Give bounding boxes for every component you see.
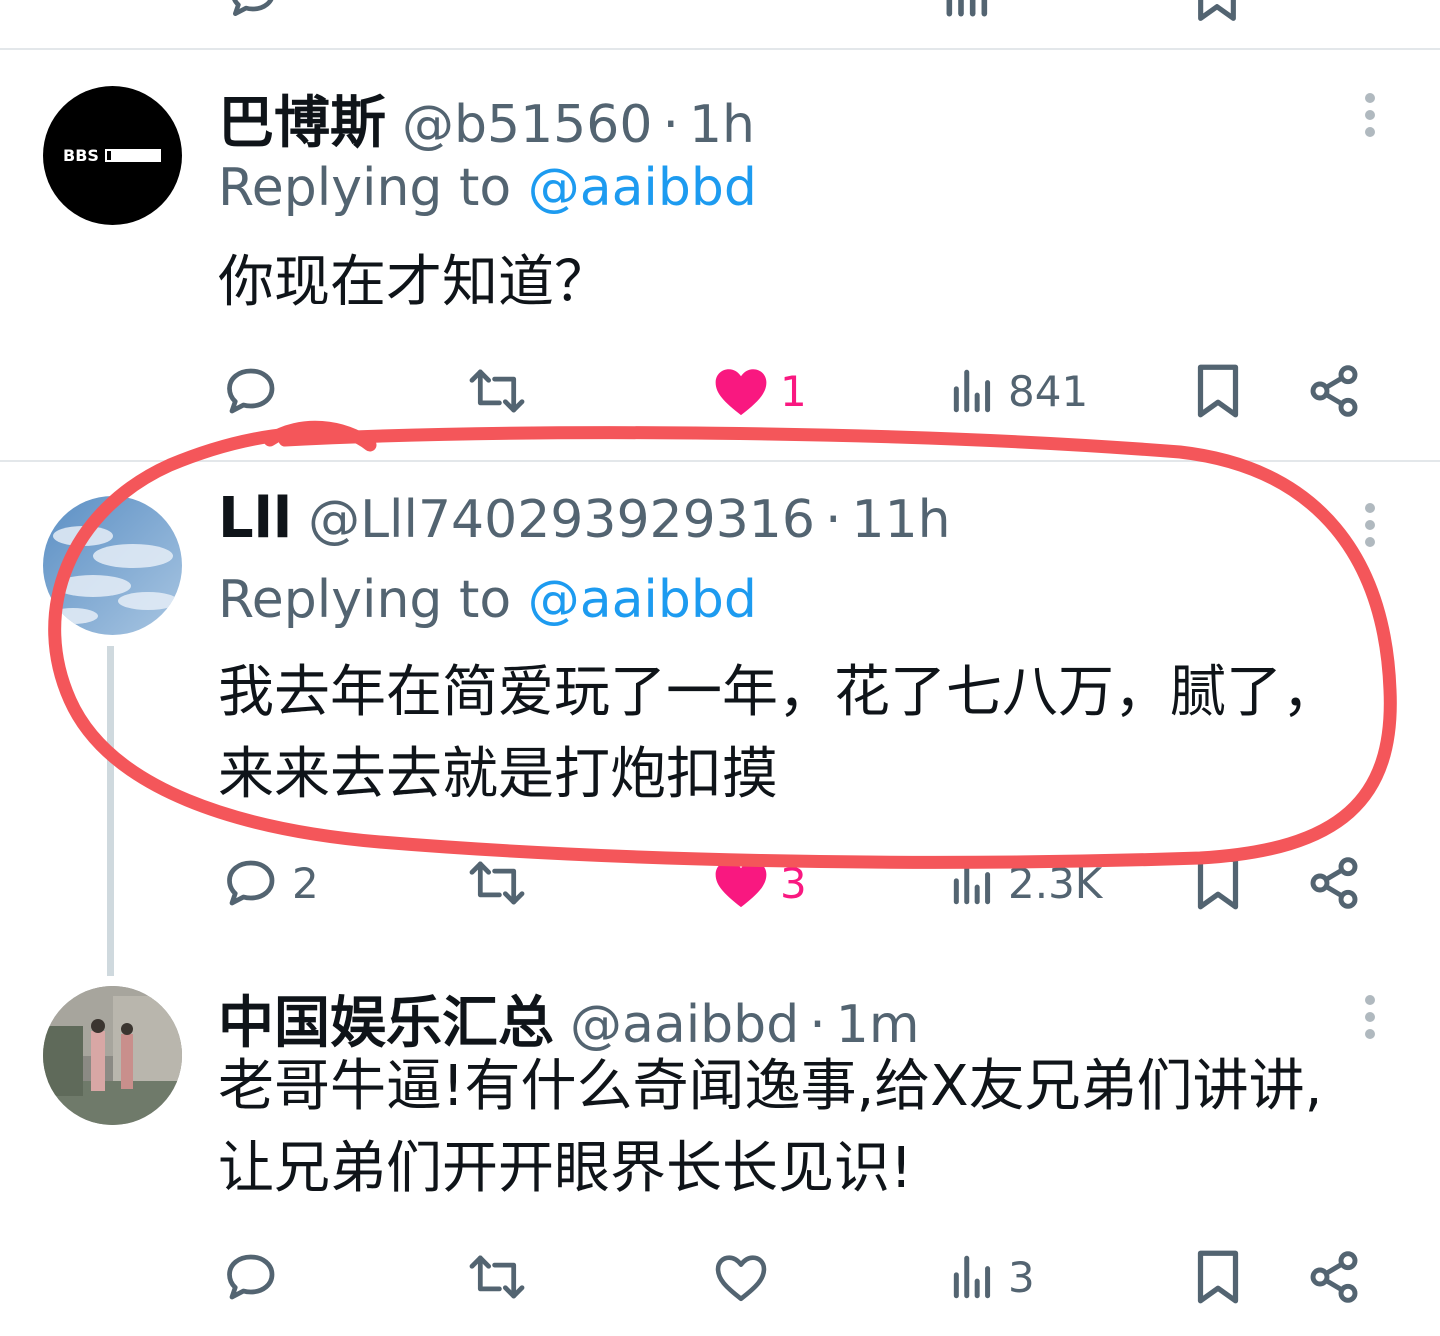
tweet-header: 中国娱乐汇总 @aaibbd · 1m xyxy=(218,978,919,1056)
display-name[interactable]: 巴博斯 xyxy=(218,78,386,159)
replying-label: Replying to xyxy=(218,570,512,630)
bookmark-button[interactable] xyxy=(1193,356,1243,426)
reply-button[interactable] xyxy=(222,1242,282,1312)
view-count: 841 xyxy=(1008,366,1089,416)
share-icon xyxy=(1310,365,1358,417)
replying-mention[interactable]: @aaibbd xyxy=(528,158,757,218)
retweet-icon xyxy=(469,861,525,905)
like-icon xyxy=(715,861,767,908)
avatar[interactable]: BBS xyxy=(43,86,182,225)
view-count: 2.3K xyxy=(1008,858,1103,908)
like-button[interactable]: 1 xyxy=(712,356,807,426)
like-icon xyxy=(715,1255,767,1302)
bookmark-button[interactable] xyxy=(1193,848,1243,918)
share-button[interactable] xyxy=(1306,356,1362,426)
more-icon[interactable] xyxy=(1352,500,1388,550)
like-icon xyxy=(715,369,767,416)
bookmark-icon xyxy=(1197,856,1239,910)
views-button[interactable]: 2.3K xyxy=(948,848,1102,918)
like-count: 1 xyxy=(780,366,807,416)
street-photo-avatar xyxy=(43,986,182,1125)
reply-icon xyxy=(227,1254,275,1300)
views-icon xyxy=(953,861,991,905)
reply-icon[interactable] xyxy=(226,0,282,30)
tweet-actions: 3 xyxy=(0,1242,1440,1312)
reply-button[interactable] xyxy=(222,356,282,426)
reply-icon xyxy=(227,860,275,906)
separator-dot: · xyxy=(824,490,842,550)
reply-button[interactable]: 2 xyxy=(222,848,319,918)
tweet[interactable]: 中国娱乐汇总 @aaibbd · 1m 老哥牛逼!有什么奇闻逸事,给X友兄弟们讲… xyxy=(0,962,1440,1336)
reply-icon xyxy=(227,368,275,414)
like-button[interactable]: 3 xyxy=(712,848,807,918)
bookmark-icon xyxy=(1197,364,1239,418)
like-count: 3 xyxy=(780,858,807,908)
retweet-button[interactable] xyxy=(466,1242,528,1312)
tweet-text: 你现在才知道？ xyxy=(218,250,610,315)
avatar[interactable] xyxy=(43,986,182,1125)
share-button[interactable] xyxy=(1306,848,1362,918)
tweet-header: Lll @Lll740293929316 · 11h xyxy=(218,486,951,556)
replying-label: Replying to xyxy=(218,158,512,218)
avatar[interactable] xyxy=(43,496,182,635)
share-button[interactable] xyxy=(1306,1242,1362,1312)
replying-mention[interactable]: @aaibbd xyxy=(528,570,757,630)
views-icon xyxy=(953,1255,991,1299)
tweet-actions: 1 841 xyxy=(0,356,1440,426)
views-icon xyxy=(953,369,991,413)
like-button[interactable] xyxy=(712,1242,770,1312)
sky-avatar-image xyxy=(43,496,182,635)
bbs-logo: BBS xyxy=(63,146,161,165)
view-count: 3 xyxy=(1008,1252,1035,1302)
tweet-header: 巴博斯 @b51560 · 1h xyxy=(218,78,755,156)
user-handle[interactable]: @b51560 xyxy=(402,95,652,155)
more-icon[interactable] xyxy=(1352,992,1388,1042)
tweet-actions: 2 3 2.3K xyxy=(0,848,1440,918)
tweet-text: 老哥牛逼!有什么奇闻逸事,给X友兄弟们讲讲,让兄弟们开开眼界长长见识! xyxy=(218,1054,1323,1201)
timestamp[interactable]: 1h xyxy=(689,95,755,155)
user-handle[interactable]: @Lll740293929316 xyxy=(308,490,815,550)
tweet-text: 我去年在简爱玩了一年，花了七八万，腻了，来来去去就是打炮扣摸 xyxy=(218,660,1338,807)
retweet-icon xyxy=(469,369,525,413)
thread-line xyxy=(107,646,114,976)
bookmark-icon xyxy=(1197,1250,1239,1304)
replying-to: Replying to @aaibbd xyxy=(218,158,757,218)
reply-count: 2 xyxy=(292,858,319,908)
more-icon[interactable] xyxy=(1352,90,1388,140)
views-icon[interactable] xyxy=(940,0,996,30)
display-name[interactable]: Lll xyxy=(218,486,292,551)
tweet[interactable]: Lll @Lll740293929316 · 11h Replying to @… xyxy=(0,462,1440,976)
retweet-button[interactable] xyxy=(466,356,528,426)
tweet[interactable]: BBS 巴博斯 @b51560 · 1h Replying to @aaibbd… xyxy=(0,50,1440,460)
replying-to: Replying to @aaibbd xyxy=(218,570,757,630)
retweet-button[interactable] xyxy=(466,848,528,918)
separator-dot: · xyxy=(662,95,679,155)
share-icon xyxy=(1310,1251,1358,1303)
views-button[interactable]: 3 xyxy=(948,1242,1035,1312)
views-button[interactable]: 841 xyxy=(948,356,1088,426)
retweet-icon xyxy=(469,1255,525,1299)
bookmark-icon[interactable] xyxy=(1192,0,1242,30)
previous-tweet-actions xyxy=(0,0,1440,30)
timestamp[interactable]: 11h xyxy=(851,490,950,550)
bookmark-button[interactable] xyxy=(1193,1242,1243,1312)
share-icon xyxy=(1310,857,1358,909)
svg-text:BBS: BBS xyxy=(63,146,99,165)
